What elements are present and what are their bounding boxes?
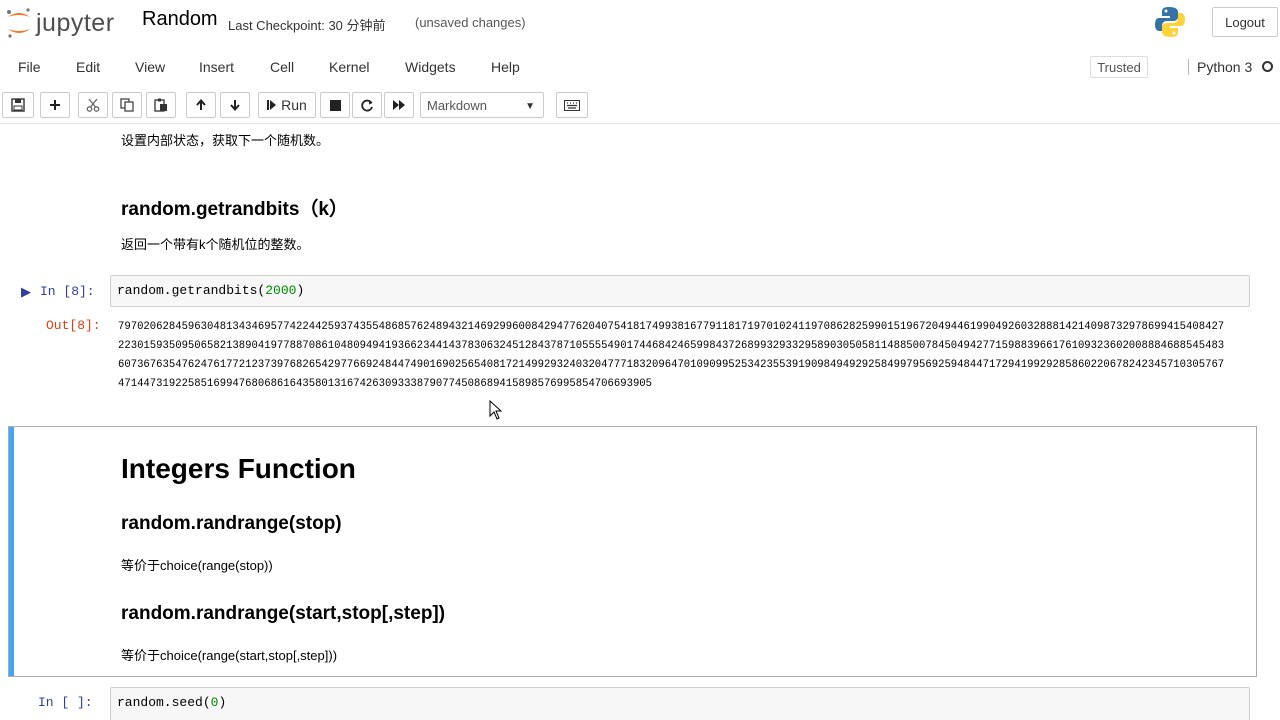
unsaved-indicator: (unsaved changes): [415, 15, 526, 30]
code-cell-input-2[interactable]: random.seed(0): [110, 687, 1250, 720]
code-close-paren: ): [296, 283, 305, 298]
arrow-down-icon: [230, 100, 240, 111]
code-function: random.getrandbits(: [117, 283, 266, 298]
stop-icon: [329, 99, 341, 111]
restart-run-all-button[interactable]: [384, 92, 414, 118]
menu-kernel[interactable]: Kernel: [329, 59, 369, 75]
toolbar: Run Markdown ▼: [0, 89, 1280, 124]
restart-icon: [360, 99, 373, 111]
integers-heading: Integers Function: [121, 453, 356, 484]
run-cell-icon[interactable]: ▶: [21, 284, 31, 300]
jupyter-logo[interactable]: jupyter: [4, 6, 115, 40]
cell-selection-bar: [9, 427, 14, 676]
randrange-step-description: 等价于choice(range(start,stop[,step])): [121, 648, 338, 663]
code-cell-prompt: In [8]:: [40, 284, 95, 299]
save-button[interactable]: [2, 92, 34, 118]
paste-button[interactable]: [146, 92, 176, 118]
menu-help[interactable]: Help: [491, 59, 520, 75]
kernel-name: Python 3: [1188, 59, 1252, 75]
code-cell-prompt-2: In [ ]:: [38, 695, 93, 710]
paste-icon: [154, 98, 167, 112]
selected-markdown-cell[interactable]: Integers Function random.randrange(stop)…: [8, 426, 1257, 677]
logo-text: jupyter: [36, 8, 115, 37]
output-prompt: Out[8]:: [46, 318, 101, 333]
cell-type-value: Markdown: [427, 97, 487, 113]
insert-cell-button[interactable]: [40, 92, 70, 118]
run-button[interactable]: Run: [258, 92, 316, 118]
move-up-button[interactable]: [186, 92, 216, 118]
menubar: File Edit View Insert Cell Kernel Widget…: [0, 50, 1280, 84]
randrange-description: 等价于choice(range(stop)): [121, 558, 273, 573]
fast-forward-icon: [392, 100, 405, 110]
cell-type-select[interactable]: Markdown ▼: [420, 92, 544, 118]
arrow-up-icon: [196, 99, 206, 110]
notebook-content: 设置内部状态，获取下一个随机数。 random.getrandbits（k） 返…: [0, 124, 1280, 720]
kernel-idle-icon: [1262, 61, 1273, 72]
keyboard-icon: [564, 99, 580, 111]
python-logo-icon: [1155, 7, 1185, 37]
code-argument: 2000: [265, 283, 297, 298]
plus-icon: [50, 100, 60, 110]
getrandbits-description: 返回一个带有k个随机位的整数。: [121, 237, 310, 252]
caret-down-icon: ▼: [525, 101, 535, 112]
step-forward-icon: [267, 100, 277, 110]
mouse-cursor-icon: [489, 400, 503, 420]
interrupt-button[interactable]: [320, 92, 350, 118]
getrandbits-heading: random.getrandbits（k）: [121, 199, 348, 220]
menu-view[interactable]: View: [135, 59, 165, 75]
menu-widgets[interactable]: Widgets: [405, 59, 456, 75]
notebook-title[interactable]: Random: [142, 8, 218, 31]
output-value: 7970206284596304813434695774224425937435…: [118, 321, 1225, 390]
trusted-badge[interactable]: Trusted: [1090, 56, 1148, 78]
randrange-heading: random.randrange(stop): [121, 513, 342, 534]
command-palette-button[interactable]: [556, 92, 588, 118]
copy-button[interactable]: [112, 92, 142, 118]
menu-file[interactable]: File: [18, 59, 41, 75]
move-down-button[interactable]: [220, 92, 250, 118]
save-icon: [11, 98, 25, 112]
code-cell-input[interactable]: random.getrandbits(2000): [110, 275, 1250, 307]
run-label: Run: [281, 97, 307, 113]
cut-button[interactable]: [78, 92, 108, 118]
menu-insert[interactable]: Insert: [199, 59, 234, 75]
logout-button[interactable]: Logout: [1212, 7, 1278, 37]
menu-cell[interactable]: Cell: [270, 59, 294, 75]
restart-button[interactable]: [352, 92, 382, 118]
code-function-2: random.seed(: [117, 695, 211, 710]
code-close-paren-2: ): [218, 695, 227, 710]
scissors-icon: [86, 98, 100, 112]
menu-edit[interactable]: Edit: [76, 59, 100, 75]
jupyter-logo-icon: [7, 8, 30, 38]
intro-text: 设置内部状态，获取下一个随机数。: [121, 133, 330, 148]
copy-icon: [120, 98, 134, 112]
randrange-step-heading: random.randrange(start,stop[,step]): [121, 603, 446, 624]
checkpoint-status: Last Checkpoint: 30 分钟前: [228, 18, 386, 33]
notebook-header: jupyter Random Last Checkpoint: 30 分钟前 (…: [0, 0, 1280, 46]
